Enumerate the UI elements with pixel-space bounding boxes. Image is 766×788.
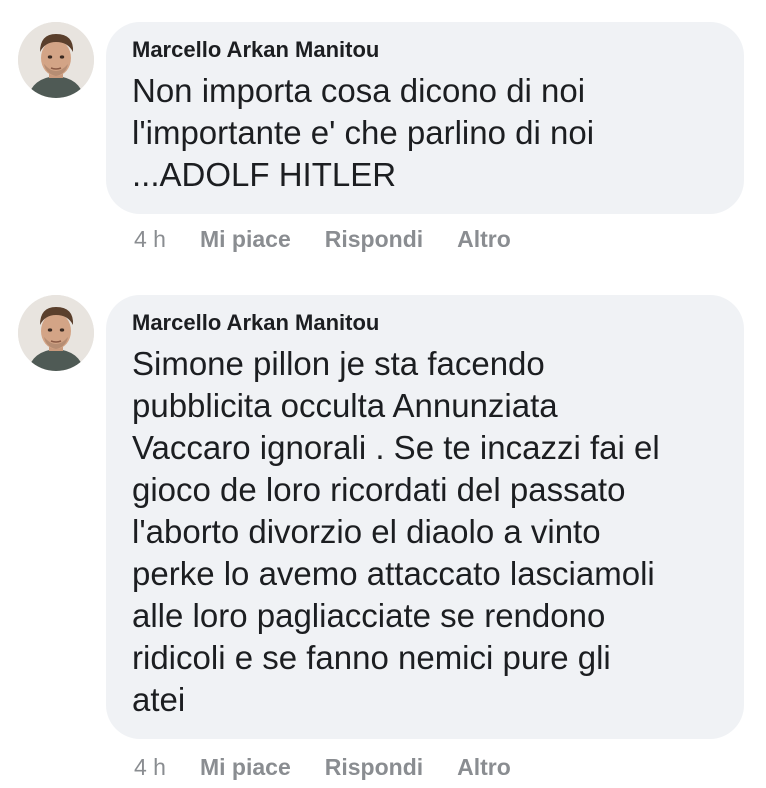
- comment-timestamp[interactable]: 4 h: [134, 754, 166, 781]
- comment-author[interactable]: Marcello Arkan Manitou: [132, 36, 720, 64]
- reply-button[interactable]: Rispondi: [325, 226, 423, 253]
- more-button[interactable]: Altro: [457, 226, 511, 253]
- avatar-photo-icon: [18, 22, 94, 98]
- comment-text: Non importa cosa dicono di noi l'importa…: [132, 72, 595, 193]
- reply-button[interactable]: Rispondi: [325, 754, 423, 781]
- comment-bubble: Marcello Arkan Manitou Non importa cosa …: [106, 22, 744, 214]
- comment-actions: 4 h Mi piace Rispondi Altro: [134, 226, 545, 253]
- comment-author[interactable]: Marcello Arkan Manitou: [132, 309, 720, 337]
- comment-text: Simone pillon je sta facendo pubblicita …: [132, 345, 660, 718]
- like-button[interactable]: Mi piace: [200, 226, 291, 253]
- comment-timestamp[interactable]: 4 h: [134, 226, 166, 253]
- avatar-photo-icon: [18, 295, 94, 371]
- like-button[interactable]: Mi piace: [200, 754, 291, 781]
- more-button[interactable]: Altro: [457, 754, 511, 781]
- comment-thread: Marcello Arkan Manitou Non importa cosa …: [0, 0, 766, 788]
- avatar[interactable]: [18, 295, 94, 371]
- avatar[interactable]: [18, 22, 94, 98]
- comment-actions: 4 h Mi piace Rispondi Altro: [134, 754, 545, 781]
- comment-bubble: Marcello Arkan Manitou Simone pillon je …: [106, 295, 744, 739]
